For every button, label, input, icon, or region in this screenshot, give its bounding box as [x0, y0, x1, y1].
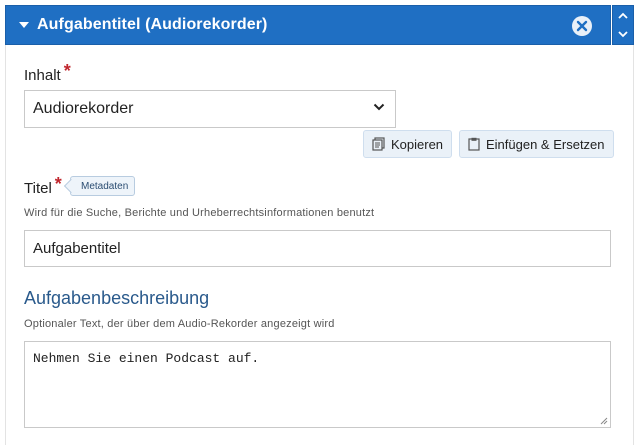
copy-icon — [372, 137, 385, 151]
paste-replace-button[interactable]: Einfügen & Ersetzen — [459, 130, 614, 158]
required-mark: * — [54, 174, 62, 194]
reorder-controls — [612, 5, 634, 45]
content-label: Inhalt * — [24, 61, 71, 85]
title-label: Titel * — [24, 174, 62, 198]
caret-down-icon[interactable] — [19, 22, 29, 28]
widget-title: Aufgabentitel (Audiorekorder) — [37, 16, 268, 33]
description-label: Aufgabenbeschreibung — [24, 288, 210, 308]
description-help-text: Optionaler Text, der über dem Audio-Reko… — [24, 318, 335, 330]
copy-button[interactable]: Kopieren — [363, 130, 453, 158]
description-textarea[interactable]: Nehmen Sie einen Podcast auf. — [24, 341, 611, 428]
resize-grip-icon[interactable] — [600, 417, 608, 425]
chevron-down-icon[interactable] — [618, 31, 628, 38]
content-select-value: Audiorekorder — [33, 100, 134, 117]
metadata-button[interactable]: Metadaten — [70, 176, 136, 196]
title-label-text: Titel — [24, 180, 52, 197]
title-input[interactable]: Aufgabentitel — [24, 230, 611, 267]
paste-icon — [468, 137, 480, 151]
description-textarea-value: Nehmen Sie einen Podcast auf. — [33, 351, 260, 366]
widget-header[interactable]: Aufgabentitel (Audiorekorder) — [5, 5, 611, 45]
chevron-up-icon[interactable] — [618, 12, 628, 19]
close-icon[interactable] — [572, 16, 592, 36]
metadata-badge-label: Metadaten — [81, 180, 129, 192]
chevron-down-icon — [373, 103, 385, 111]
content-label-text: Inhalt — [24, 67, 61, 84]
title-help-text: Wird für die Suche, Berichte und Urheber… — [24, 207, 375, 219]
paste-button-label: Einfügen & Ersetzen — [486, 136, 605, 152]
copy-button-label: Kopieren — [391, 136, 444, 152]
required-mark: * — [63, 61, 71, 81]
content-select[interactable]: Audiorekorder — [24, 90, 396, 128]
title-input-value: Aufgabentitel — [33, 240, 121, 257]
